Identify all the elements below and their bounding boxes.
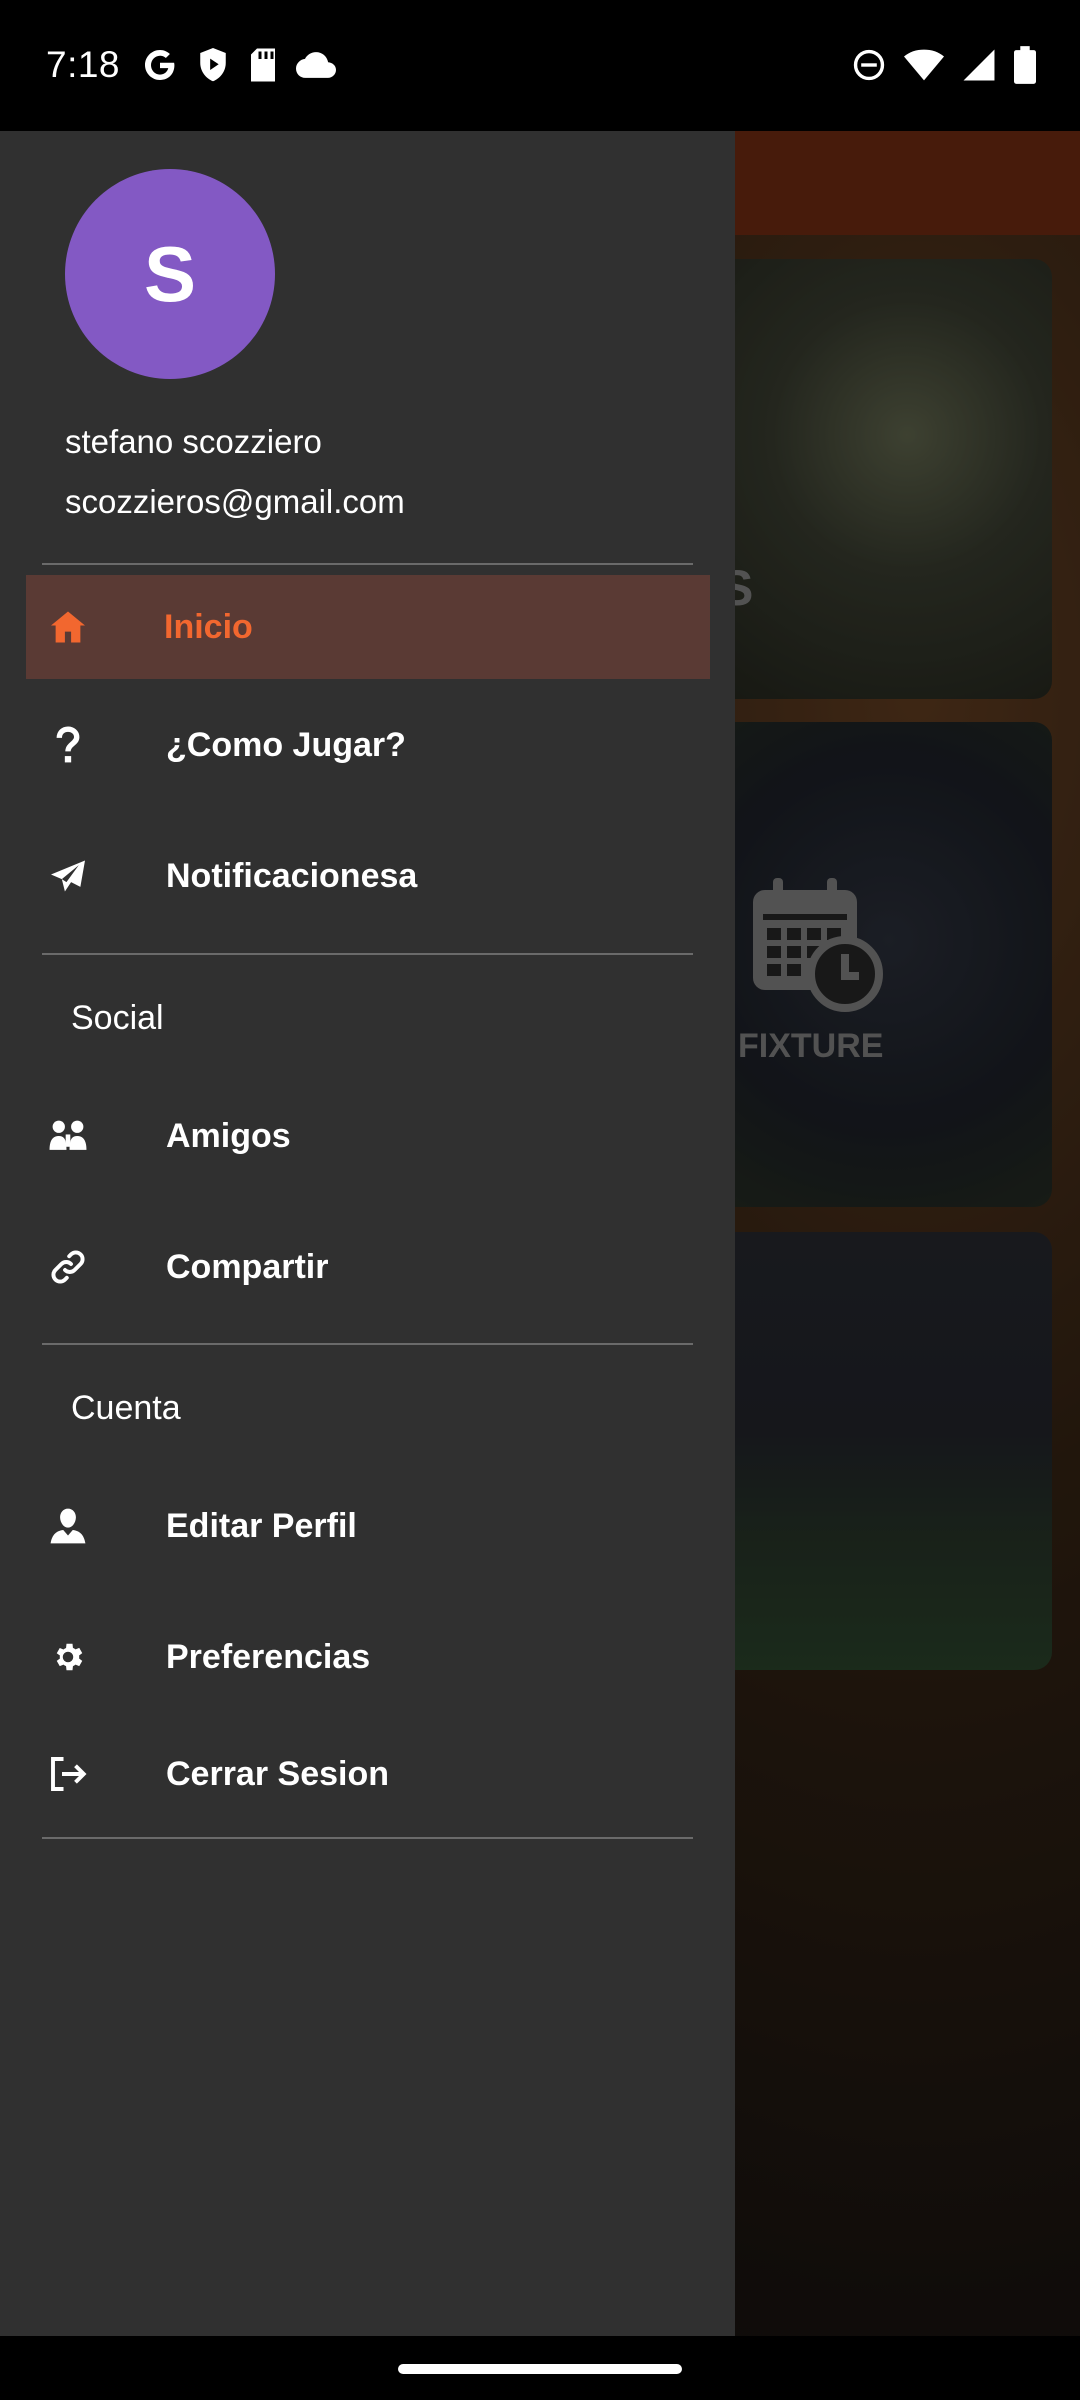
nav-item-como-jugar[interactable]: ¿Como Jugar?	[26, 693, 710, 797]
gesture-navigation-bar	[0, 2336, 1080, 2400]
section-header-cuenta: Cuenta	[71, 1389, 181, 1427]
user-name: stefano scozziero	[65, 423, 322, 460]
user-email: scozzieros@gmail.com	[65, 483, 405, 520]
send-icon	[48, 856, 88, 896]
person-icon	[48, 1506, 88, 1546]
nav-item-cerrar-sesion[interactable]: Cerrar Sesion	[26, 1722, 710, 1826]
status-bar: 7:18	[0, 0, 1080, 131]
gear-icon	[48, 1637, 88, 1677]
avatar[interactable]: S	[65, 169, 275, 379]
nav-item-label: Preferencias	[166, 1637, 371, 1676]
nav-item-notificaciones[interactable]: Notificacionesa	[26, 824, 710, 928]
battery-icon	[1014, 46, 1036, 84]
nav-item-preferencias[interactable]: Preferencias	[26, 1605, 710, 1709]
nav-item-label: Compartir	[166, 1247, 329, 1286]
avatar-initial: S	[143, 229, 197, 318]
divider	[42, 1837, 693, 1839]
signal-icon	[962, 48, 996, 82]
nav-item-amigos[interactable]: Amigos	[26, 1084, 710, 1188]
divider	[42, 1343, 693, 1345]
do-not-disturb-icon	[852, 48, 886, 82]
nav-item-compartir[interactable]: Compartir	[26, 1215, 710, 1319]
system-icons	[852, 46, 1036, 84]
nav-item-inicio[interactable]: Inicio	[26, 575, 710, 679]
navigation-drawer: S stefano scozziero scozzieros@gmail.com…	[0, 131, 735, 2336]
cloud-icon	[296, 50, 336, 80]
nav-item-label: Cerrar Sesion	[166, 1754, 389, 1793]
nav-item-label: Notificacionesa	[166, 856, 418, 895]
nav-item-label: Editar Perfil	[166, 1506, 357, 1545]
section-header-social: Social	[71, 999, 164, 1037]
status-time: 7:18	[46, 44, 121, 85]
link-icon	[48, 1247, 88, 1287]
friends-icon	[48, 1116, 88, 1156]
divider	[42, 953, 693, 955]
home-gesture-handle[interactable]	[398, 2364, 682, 2374]
notification-icons	[142, 46, 336, 84]
home-icon	[48, 607, 88, 647]
nav-item-label: ¿Como Jugar?	[166, 725, 406, 764]
nav-item-editar-perfil[interactable]: Editar Perfil	[26, 1474, 710, 1578]
divider	[42, 563, 693, 565]
google-icon	[142, 47, 178, 83]
nav-item-label: Amigos	[166, 1116, 291, 1155]
play-shield-icon	[196, 46, 230, 84]
question-icon	[48, 725, 88, 765]
sd-card-icon	[248, 47, 278, 83]
nav-item-label: Inicio	[164, 607, 253, 646]
logout-icon	[48, 1754, 88, 1794]
wifi-icon	[904, 48, 944, 82]
